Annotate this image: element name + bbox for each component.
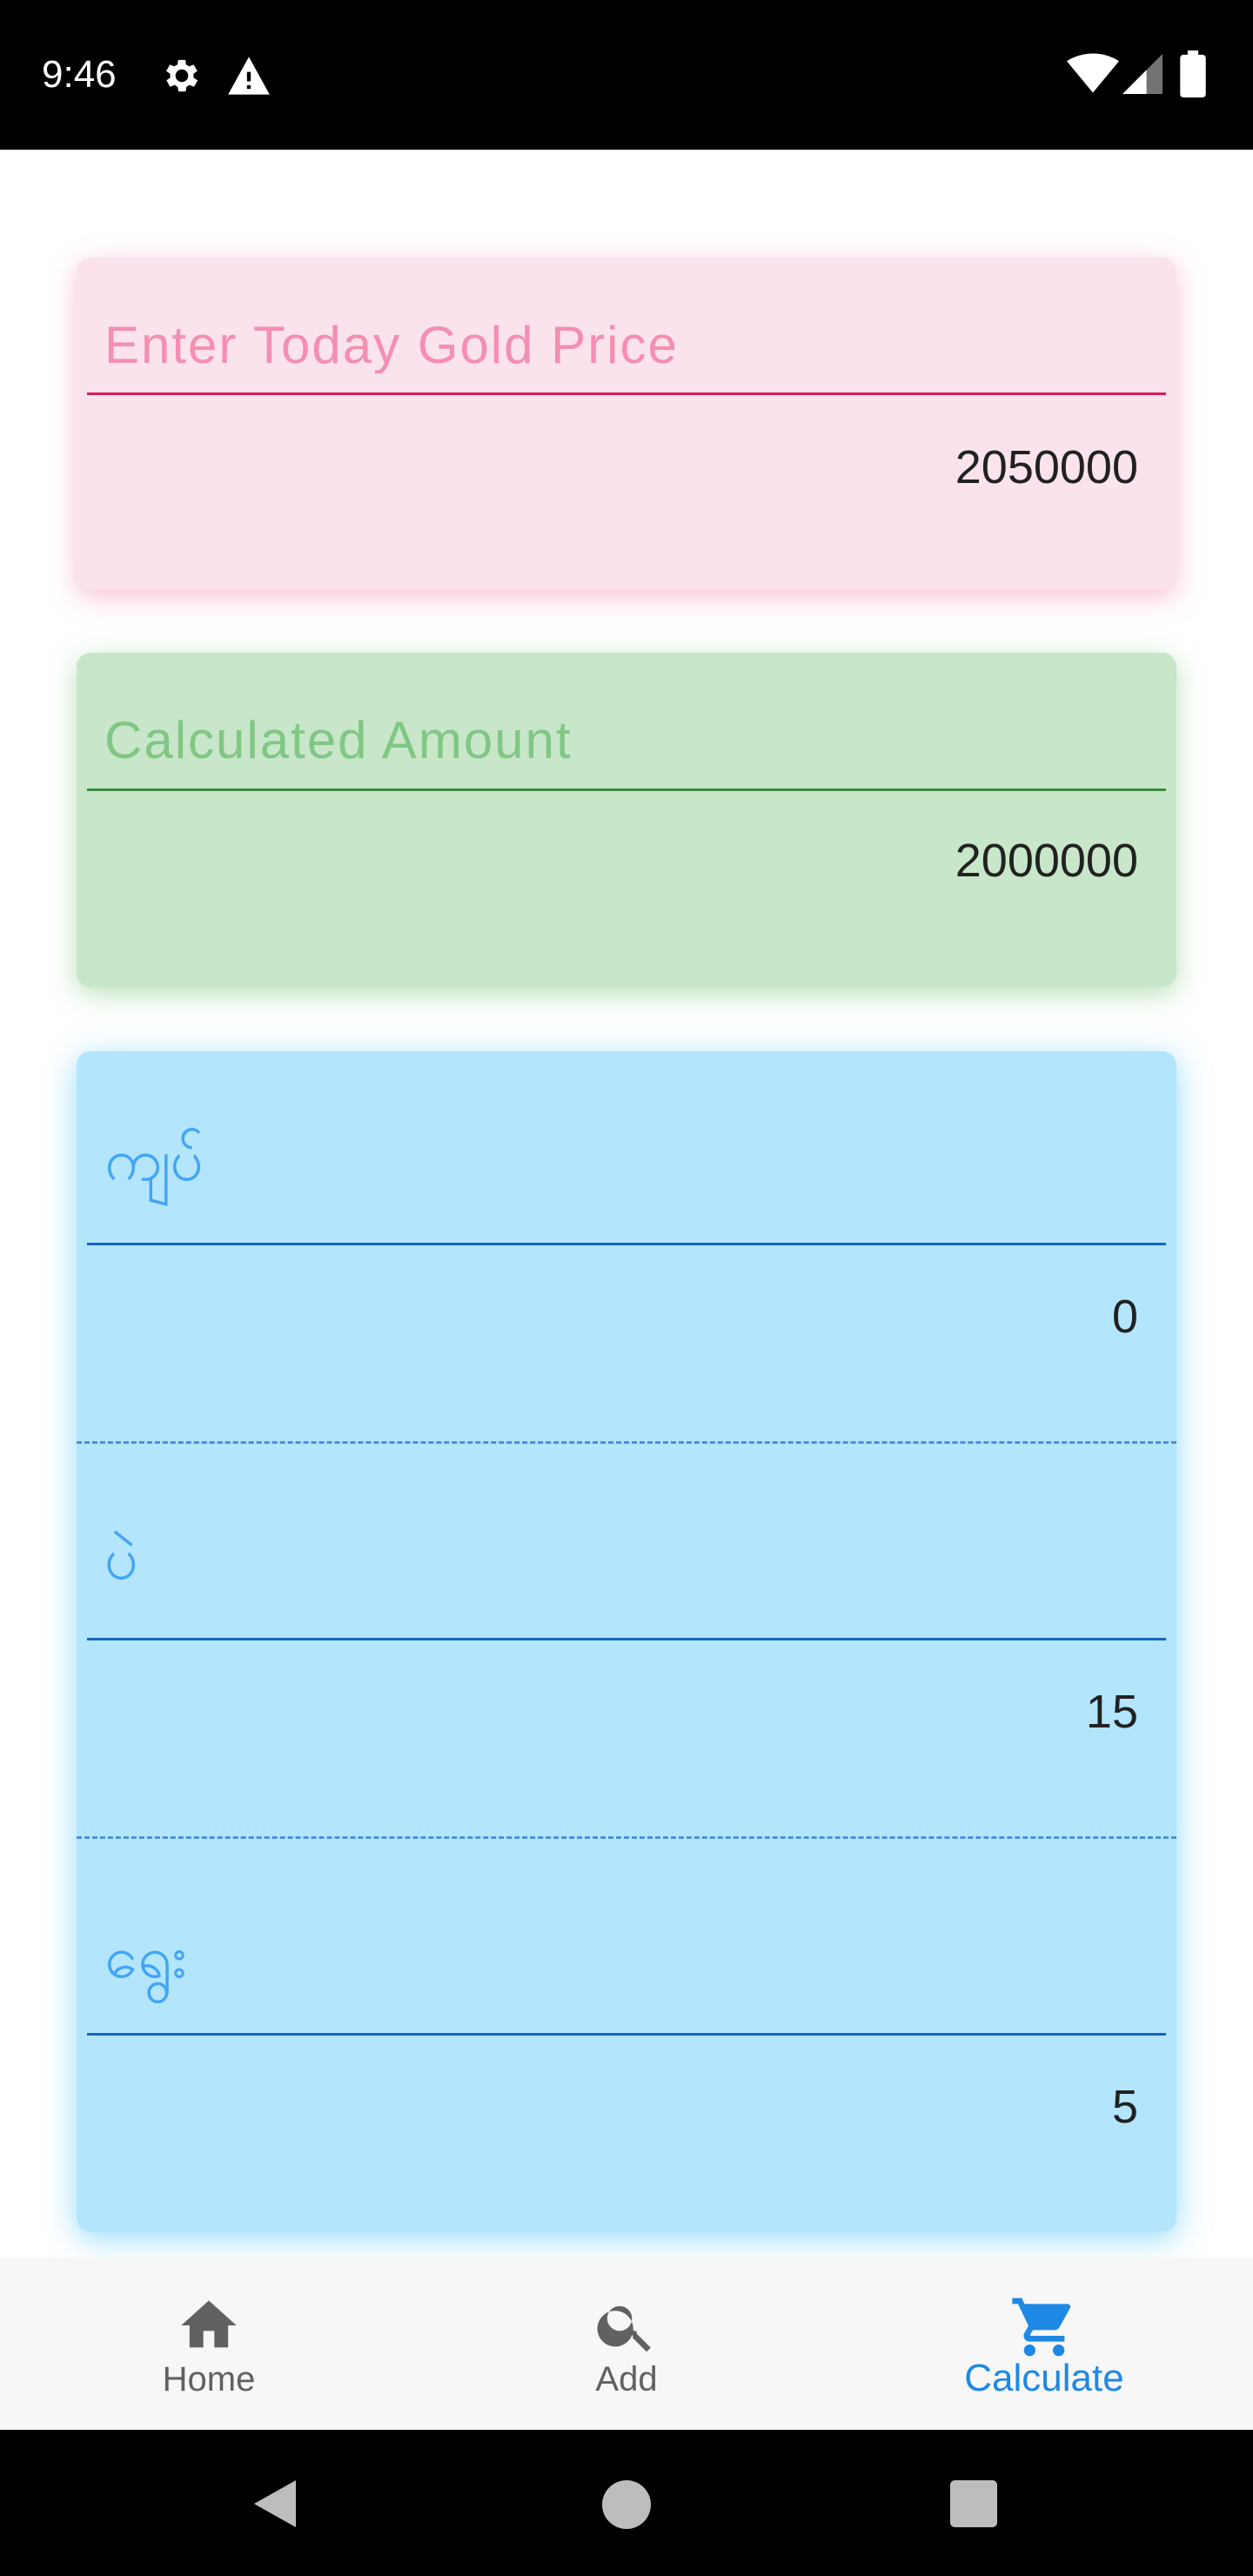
gold-price-underline [87,392,1166,395]
yway-label: ရွေး [104,1924,189,1990]
system-navigation-bar [0,2430,1253,2576]
gold-price-card: Enter Today Gold Price 2050000 [77,258,1176,590]
yway-input[interactable]: 5 [1112,2080,1138,2134]
divider-1 [77,1441,1176,1444]
weight-card: ကျပ် 0 ပဲ 15 ရွေး 5 [77,1051,1176,2231]
nav-calculate[interactable]: Calculate [835,2257,1253,2430]
warning-icon [226,54,271,101]
home-icon [0,2292,418,2358]
kyat-underline [87,1243,1166,1245]
status-bar: 9:46 [0,0,1253,150]
wifi-icon [1067,52,1119,97]
calculated-amount-label: Calculated Amount [104,711,573,769]
back-icon[interactable] [249,2477,301,2534]
kyat-input[interactable]: 0 [1112,1290,1138,1344]
pe-label: ပဲ [104,1526,140,1592]
pe-input[interactable]: 15 [1086,1685,1138,1739]
gold-price-label: Enter Today Gold Price [104,316,679,374]
pe-underline [87,1638,1166,1640]
settings-gear-icon [160,54,204,101]
calculated-amount-card: Calculated Amount 2000000 [77,653,1176,987]
status-time: 9:46 [42,53,117,96]
calculated-amount-underline [87,788,1166,791]
battery-icon [1180,50,1206,101]
recents-icon[interactable] [950,2480,997,2531]
nav-home[interactable]: Home [0,2257,418,2430]
signal-icon [1122,54,1163,97]
bottom-navigation: Home Add Calculate [0,2257,1253,2430]
home-circle-icon[interactable] [602,2480,651,2532]
nav-home-label: Home [162,2360,256,2398]
nav-calculate-label: Calculate [964,2357,1124,2399]
gold-price-input[interactable]: 2050000 [955,440,1138,494]
divider-2 [77,1836,1176,1839]
calculated-amount-field: 2000000 [955,835,1138,887]
kyat-label: ကျပ် [104,1127,205,1193]
nav-add-label: Add [595,2360,658,2398]
cart-icon [835,2292,1253,2358]
yway-underline [87,2033,1166,2036]
search-icon [418,2292,835,2358]
nav-add[interactable]: Add [418,2257,835,2430]
